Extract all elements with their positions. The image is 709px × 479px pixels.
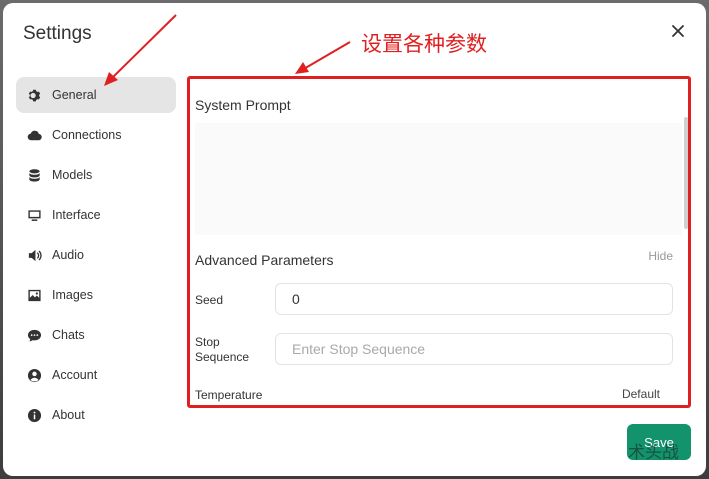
annotation-label: 设置各种参数 — [361, 32, 487, 56]
hide-advanced-toggle[interactable]: Hide — [648, 249, 673, 263]
sidebar-item-label: Audio — [52, 248, 84, 262]
settings-sidebar: General Connections Models Interface Aud… — [16, 77, 176, 437]
stop-sequence-label: Stop Sequence — [195, 335, 250, 364]
sidebar-item-label: Account — [52, 368, 98, 382]
speaker-icon — [26, 247, 42, 263]
sidebar-item-account[interactable]: Account — [16, 357, 176, 393]
sidebar-item-label: General — [52, 88, 97, 102]
system-prompt-textarea[interactable] — [195, 123, 682, 235]
sidebar-item-interface[interactable]: Interface — [16, 197, 176, 233]
sidebar-item-label: Images — [52, 288, 93, 302]
advanced-parameters-heading: Advanced Parameters — [195, 252, 334, 268]
info-icon — [26, 407, 42, 423]
sidebar-item-models[interactable]: Models — [16, 157, 176, 193]
sidebar-item-about[interactable]: About — [16, 397, 176, 433]
image-icon — [26, 287, 42, 303]
temperature-default-toggle[interactable]: Default — [622, 387, 660, 401]
stop-sequence-input[interactable] — [275, 333, 673, 365]
sidebar-item-audio[interactable]: Audio — [16, 237, 176, 273]
sidebar-item-general[interactable]: General — [16, 77, 176, 113]
database-icon — [26, 167, 42, 183]
system-prompt-label: System Prompt — [195, 97, 291, 113]
sidebar-item-images[interactable]: Images — [16, 277, 176, 313]
sidebar-item-label: Connections — [52, 128, 122, 142]
sidebar-item-label: Chats — [52, 328, 85, 342]
prompt-scrollbar[interactable] — [684, 117, 688, 229]
general-settings-panel: System Prompt Advanced Parameters Hide S… — [187, 76, 691, 408]
gear-icon — [26, 87, 42, 103]
monitor-icon — [26, 207, 42, 223]
sidebar-item-label: Interface — [52, 208, 101, 222]
seed-input[interactable] — [275, 283, 673, 315]
chat-bubble-icon — [26, 327, 42, 343]
watermark-text: 术头战 — [628, 443, 679, 463]
close-icon — [672, 25, 684, 37]
sidebar-item-connections[interactable]: Connections — [16, 117, 176, 153]
close-button[interactable] — [670, 23, 686, 39]
cloud-icon — [26, 127, 42, 143]
modal-title: Settings — [23, 23, 92, 44]
user-circle-icon — [26, 367, 42, 383]
sidebar-item-label: About — [52, 408, 85, 422]
temperature-label: Temperature — [195, 388, 263, 402]
sidebar-item-chats[interactable]: Chats — [16, 317, 176, 353]
sidebar-item-label: Models — [52, 168, 93, 182]
seed-label: Seed — [195, 293, 224, 307]
